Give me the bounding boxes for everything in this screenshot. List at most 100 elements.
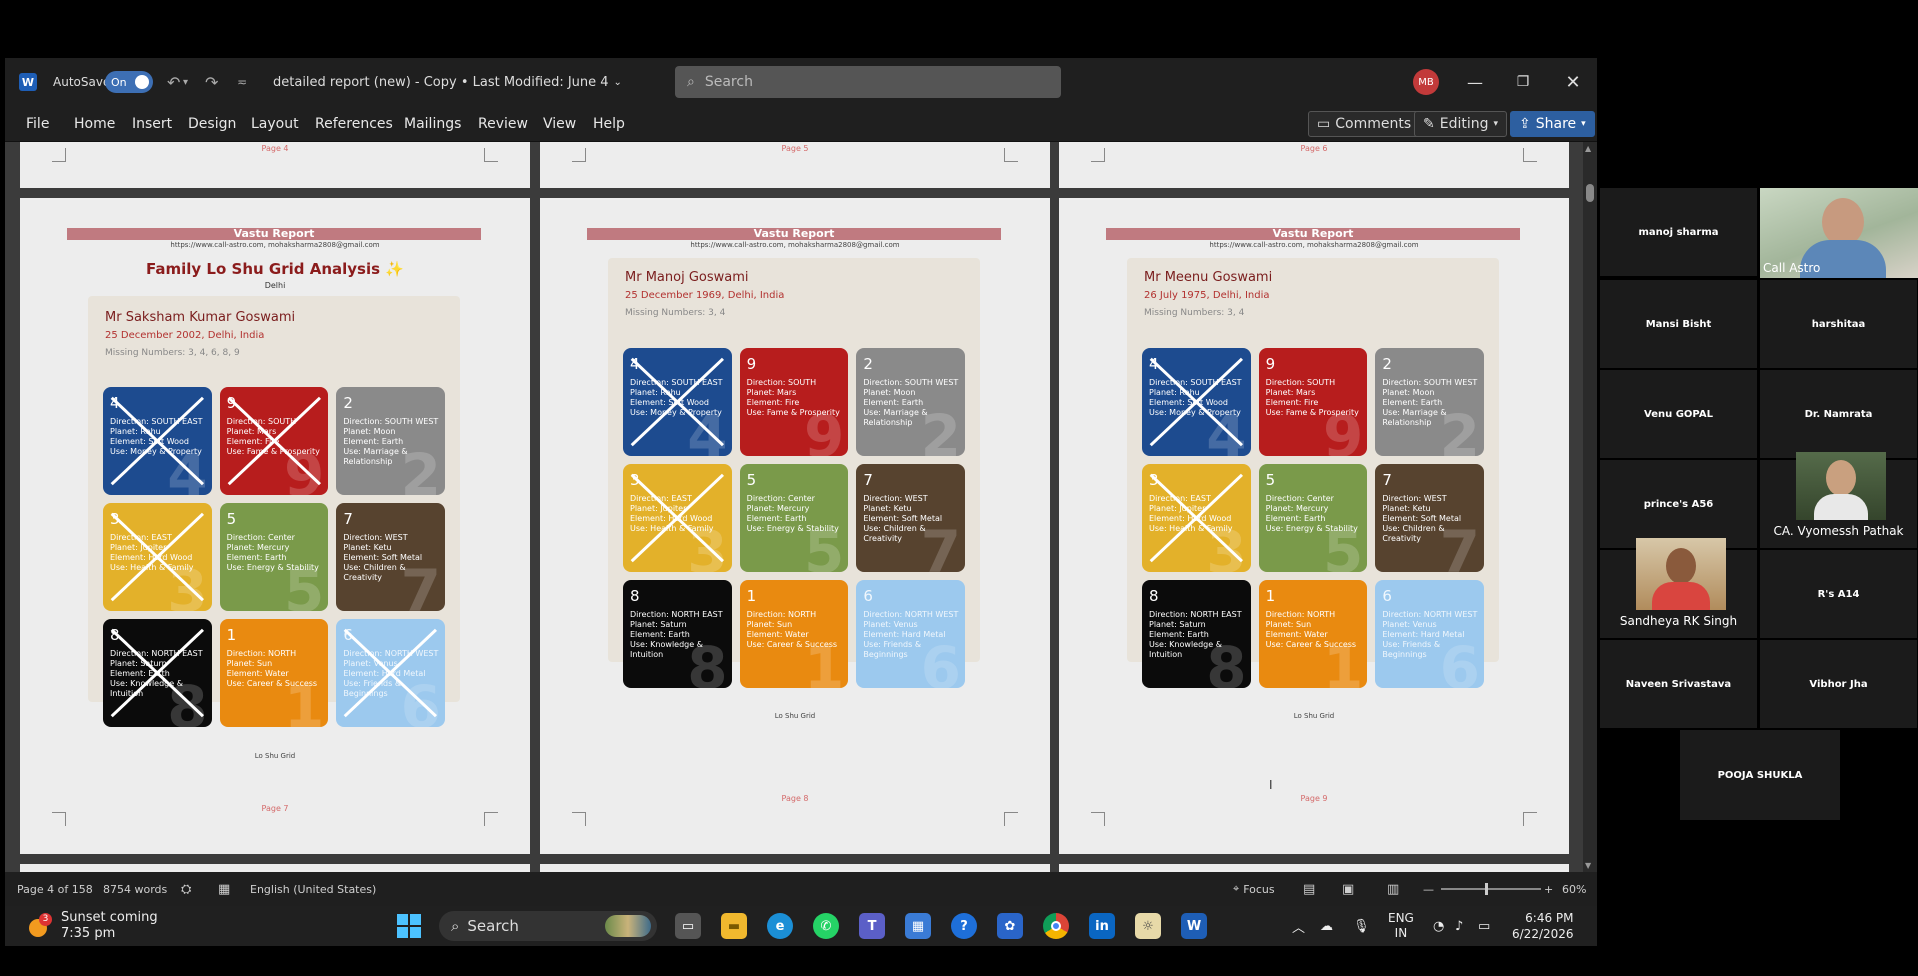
participant-tile[interactable]: CA. Vyomessh Pathak	[1760, 452, 1917, 548]
participant-tile[interactable]: Vibhor Jha	[1760, 640, 1917, 728]
print-layout-icon[interactable]: ▣	[1342, 872, 1354, 906]
cloud-icon[interactable]: ☁	[1320, 906, 1333, 946]
document-title[interactable]: detailed report (new) - Copy • Last Modi…	[273, 58, 622, 106]
participant-tile[interactable]: Venu GOPAL	[1600, 370, 1757, 458]
app-button[interactable]: ☼	[1135, 906, 1161, 946]
page-number: Page 4	[261, 144, 289, 153]
battery-icon[interactable]: ▭	[1478, 906, 1490, 946]
redo-icon[interactable]: ↷	[205, 58, 218, 106]
autosave-toggle[interactable]: On	[105, 58, 153, 106]
document-area[interactable]: Page 4 Page 5 Page 6 Vastu Report https:…	[5, 142, 1583, 872]
chrome-button[interactable]	[1043, 906, 1069, 946]
editing-button[interactable]: ✎ Editing ▾	[1414, 111, 1508, 137]
close-icon[interactable]: ✕	[1549, 58, 1597, 106]
comments-button[interactable]: ▭ Comments	[1308, 111, 1421, 137]
zoom-in-icon[interactable]: +	[1544, 872, 1553, 906]
clock[interactable]: 6:46 PM 6/22/2026	[1512, 906, 1574, 946]
microphone-icon[interactable]: 🎙	[1353, 906, 1370, 946]
restore-icon[interactable]: ❐	[1499, 58, 1547, 106]
user-avatar[interactable]: MB	[1413, 69, 1439, 95]
taskbar-search-label: Search	[467, 917, 519, 935]
participant-name: Sandheya RK Singh	[1619, 614, 1738, 628]
minimize-icon[interactable]: —	[1451, 58, 1499, 106]
word-taskbar-button[interactable]: W	[1181, 906, 1207, 946]
missing-cross-icon	[103, 387, 212, 495]
grid-cell-1: 1 Direction: NORTH Planet: Sun Element: Wat…	[739, 580, 849, 688]
cell-dir: Direction: SOUTH WEST	[863, 378, 959, 387]
menu-file[interactable]: File	[26, 106, 49, 142]
file-explorer-button[interactable]: ▬	[721, 906, 747, 946]
participant-tile[interactable]: Sandheya RK Singh	[1600, 538, 1757, 638]
accessibility-icon[interactable]: ▦	[218, 872, 230, 906]
cell-planet: Planet: Mercury	[1265, 504, 1329, 513]
participant-tile[interactable]: Mansi Bisht	[1600, 280, 1757, 368]
report-page-1[interactable]: Vastu Report https://www.call-astro.com,…	[20, 198, 530, 854]
zoom-out-icon[interactable]: —	[1423, 872, 1434, 906]
participant-tile[interactable]: Naveen Srivastava	[1600, 640, 1757, 728]
proofing-icon[interactable]: ⛭	[181, 872, 191, 906]
pencil-icon: ✎	[1423, 116, 1435, 132]
menu-layout[interactable]: Layout	[251, 106, 299, 142]
participant-tile[interactable]: Dr. Namrata	[1760, 370, 1917, 458]
undo-dropdown-icon[interactable]: ▾	[183, 58, 188, 106]
customize-quick-access-icon[interactable]: ≂	[237, 58, 247, 106]
report-page-2[interactable]: Vastu Report https://www.call-astro.com,…	[540, 198, 1050, 854]
page-sliver: Page 6	[1059, 142, 1569, 188]
start-button[interactable]	[397, 906, 421, 946]
menu-insert[interactable]: Insert	[132, 106, 172, 142]
wifi-icon[interactable]: ◔	[1433, 906, 1444, 946]
weather-widget[interactable]: 3 Sunset coming 7:35 pm	[27, 906, 158, 946]
cell-planet: Planet: Sun	[226, 659, 273, 668]
person-card: Mr Meenu Goswami 26 July 1975, Delhi, In…	[1127, 258, 1499, 688]
task-view-button[interactable]: ▭	[675, 906, 701, 946]
input-language[interactable]: ENG IN	[1388, 906, 1414, 946]
cell-planet: Planet: Moon	[343, 427, 396, 436]
share-button[interactable]: ⇪ Share ▾	[1510, 111, 1595, 137]
chevron-down-icon: ⌄	[613, 76, 622, 88]
focus-button[interactable]: ⌖ Focus	[1233, 872, 1275, 906]
cell-watermark-number: 6	[1439, 634, 1480, 688]
taskbar-search[interactable]: ⌕ Search	[439, 911, 657, 941]
search-input[interactable]: ⌕ Search	[675, 66, 1061, 98]
scroll-down-icon[interactable]: ▼	[1585, 861, 1591, 870]
whatsapp-button[interactable]: ✆	[813, 906, 839, 946]
zoom-slider-thumb[interactable]	[1485, 883, 1488, 895]
menu-review[interactable]: Review	[478, 106, 528, 142]
store-button[interactable]: ▦	[905, 906, 931, 946]
participant-tile[interactable]: harshitaa	[1760, 280, 1917, 368]
menu-help[interactable]: Help	[593, 106, 625, 142]
menu-home[interactable]: Home	[74, 106, 115, 142]
edge-button[interactable]: e	[767, 906, 793, 946]
zoom-slider[interactable]	[1441, 872, 1541, 906]
menu-mailings[interactable]: Mailings	[404, 106, 461, 142]
scroll-up-icon[interactable]: ▲	[1585, 144, 1591, 153]
help-button[interactable]: ?	[951, 906, 977, 946]
menu-references[interactable]: References	[315, 106, 393, 142]
undo-icon[interactable]: ↶	[167, 58, 180, 106]
cell-dir: Direction: SOUTH	[746, 378, 817, 387]
cell-watermark-number: 2	[920, 402, 961, 456]
app-button[interactable]: ✿	[997, 906, 1023, 946]
cell-dir: Direction: NORTH EAST	[1149, 610, 1242, 619]
participant-tile[interactable]: prince's A56	[1600, 460, 1757, 548]
web-layout-icon[interactable]: ▥	[1387, 872, 1399, 906]
zoom-level[interactable]: 60%	[1562, 872, 1586, 906]
volume-icon[interactable]: ♪	[1455, 906, 1463, 946]
participant-tile[interactable]: manoj sharma	[1600, 188, 1757, 276]
page-count[interactable]: Page 4 of 158	[17, 872, 93, 906]
language-status[interactable]: English (United States)	[250, 872, 376, 906]
page-sliver	[20, 864, 530, 872]
menu-view[interactable]: View	[543, 106, 576, 142]
teams-button[interactable]: T	[859, 906, 885, 946]
report-page-3[interactable]: Vastu Report https://www.call-astro.com,…	[1059, 198, 1569, 854]
linkedin-button[interactable]: in	[1089, 906, 1115, 946]
participant-tile[interactable]: POOJA SHUKLA	[1680, 730, 1840, 820]
scrollbar-thumb[interactable]	[1586, 184, 1594, 202]
participant-video[interactable]: Call Astro	[1760, 188, 1918, 278]
show-hidden-icons[interactable]: ︿	[1292, 906, 1305, 946]
read-mode-icon[interactable]: ▤	[1303, 872, 1315, 906]
menu-design[interactable]: Design	[188, 106, 236, 142]
vertical-scrollbar[interactable]: ▲ ▼	[1583, 142, 1597, 872]
participant-tile[interactable]: R's A14	[1760, 550, 1917, 638]
word-count[interactable]: 8754 words	[103, 872, 167, 906]
